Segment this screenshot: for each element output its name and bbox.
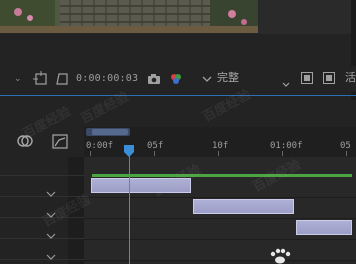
ruler-label: 05f <box>147 141 164 151</box>
chevron-down-icon[interactable] <box>46 246 56 260</box>
ruler-tick <box>90 151 91 156</box>
paw-logo-icon <box>268 248 292 264</box>
chevron-down-icon[interactable] <box>199 71 215 87</box>
current-time-display[interactable]: 0:00:00:03 <box>76 71 138 87</box>
panel-focus-line <box>0 95 356 96</box>
row-divider <box>0 259 84 260</box>
transparency-grid-icon[interactable] <box>301 72 313 84</box>
chevron-down-icon[interactable] <box>282 74 290 87</box>
after-effects-window: ⌄ 0:00:00:03 完整 活 0:00f 05f 10f 01:00f 0… <box>0 0 356 264</box>
viewer-empty-area <box>258 0 356 34</box>
ruler-label: 10f <box>212 141 229 151</box>
watermark: 百度经验 <box>78 89 132 128</box>
camera-icon[interactable] <box>146 71 162 87</box>
layer-clip-bar[interactable] <box>295 220 352 235</box>
region-of-interest-icon[interactable] <box>33 71 49 87</box>
row-divider <box>0 175 84 176</box>
viewer-toolbar: ⌄ 0:00:00:03 完整 活 <box>0 66 356 92</box>
mask-icon[interactable] <box>54 71 70 87</box>
ruler-tick <box>282 151 283 156</box>
color-channels-icon[interactable] <box>168 71 184 87</box>
ruler-label: 05 <box>340 141 351 151</box>
ruler-tick <box>154 151 155 156</box>
active-camera-menu[interactable]: 活 <box>345 70 356 86</box>
chevron-down-icon[interactable]: ⌄ <box>14 74 22 84</box>
viewer-image <box>0 0 258 33</box>
layer-clip-bar[interactable] <box>193 199 294 214</box>
toggle-mask-visibility-icon[interactable] <box>323 72 335 84</box>
resolution-dropdown[interactable]: 完整 <box>217 70 239 86</box>
playhead-line[interactable] <box>129 150 130 264</box>
ruler-tick <box>346 151 347 156</box>
ruler-tick <box>218 151 219 156</box>
work-area-indicator <box>92 174 352 177</box>
ruler-label: 0:00f <box>86 141 114 151</box>
chevron-down-icon[interactable] <box>46 183 56 197</box>
ruler-label: 01:00f <box>270 141 303 151</box>
row-divider <box>0 238 84 239</box>
work-area-range[interactable] <box>92 129 128 135</box>
playhead-icon[interactable] <box>123 142 135 157</box>
track-row[interactable] <box>84 240 356 261</box>
graph-editor-icon[interactable] <box>51 132 69 150</box>
